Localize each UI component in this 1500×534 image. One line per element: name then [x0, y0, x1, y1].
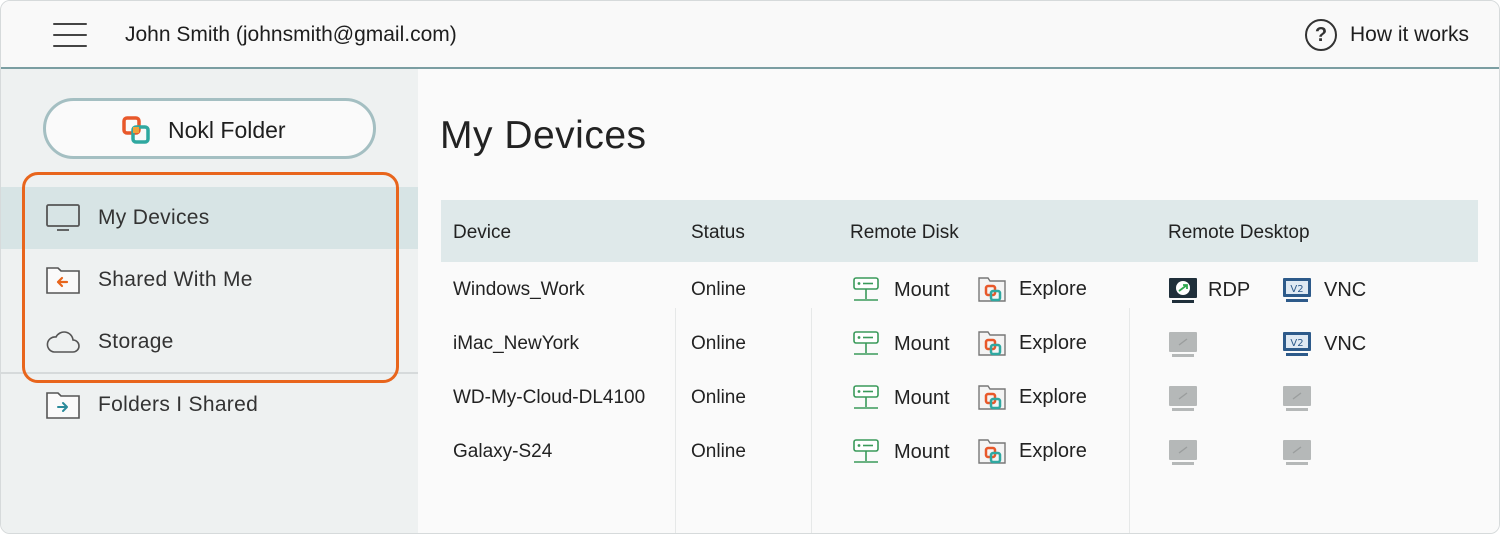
device-name: Windows_Work: [453, 279, 585, 300]
mount-button[interactable]: Mount: [851, 437, 951, 467]
explore-folder-icon: [978, 385, 1006, 410]
vnc-monitor-disabled-icon: [1283, 440, 1311, 465]
mount-label: Mount: [894, 387, 950, 409]
device-name: Galaxy-S24: [453, 441, 553, 462]
sidebar-item-label: My Devices: [98, 206, 210, 229]
sidebar-item-label: Storage: [98, 330, 174, 353]
rdp-monitor-disabled-icon: [1169, 386, 1197, 411]
device-status: Online: [691, 333, 746, 354]
rdp-disabled: [1168, 437, 1198, 467]
help-circle-icon[interactable]: ?: [1305, 19, 1337, 51]
sidebar-item-folders-i-shared[interactable]: Folders I Shared: [1, 374, 418, 436]
explore-label: Explore: [1019, 440, 1087, 462]
explore-button[interactable]: Explore: [977, 328, 1087, 358]
vnc-button[interactable]: V2 VNC: [1282, 275, 1372, 305]
menu-icon[interactable]: [53, 23, 87, 47]
column-divider: [811, 308, 812, 533]
sidebar-item-my-devices[interactable]: My Devices: [1, 187, 418, 249]
mount-drive-icon: [853, 385, 879, 409]
vnc-button[interactable]: V2 VNC: [1282, 329, 1372, 359]
rdp-label: RDP: [1208, 279, 1251, 301]
vnc-monitor-disabled-icon: [1283, 386, 1311, 411]
nokl-folder-label: Nokl Folder: [168, 117, 286, 143]
rdp-monitor-disabled-icon: [1169, 440, 1197, 465]
explore-button[interactable]: Explore: [977, 382, 1087, 412]
explore-folder-icon: [978, 331, 1006, 356]
monitor-icon: [46, 204, 80, 231]
device-status: Online: [691, 441, 746, 462]
device-status: Online: [691, 387, 746, 408]
vnc-label: VNC: [1324, 279, 1367, 301]
explore-button[interactable]: Explore: [977, 274, 1087, 304]
sidebar-item-shared-with-me[interactable]: Shared With Me: [1, 249, 418, 311]
mount-button[interactable]: Mount: [851, 275, 951, 305]
sidebar-item-label: Shared With Me: [98, 268, 253, 291]
mount-drive-icon: [853, 331, 879, 355]
rdp-disabled: [1168, 329, 1198, 359]
cloud-icon: [46, 331, 80, 353]
explore-folder-icon: [978, 277, 1006, 302]
nokl-folder-button[interactable]: Nokl Folder: [43, 98, 376, 159]
mount-label: Mount: [894, 279, 950, 301]
mount-button[interactable]: Mount: [851, 383, 951, 413]
sidebar-item-label: Folders I Shared: [98, 393, 259, 416]
column-header-remote-disk: Remote Disk: [850, 222, 959, 243]
column-header-status: Status: [691, 222, 745, 243]
column-header-device: Device: [453, 222, 512, 243]
device-name: iMac_NewYork: [453, 333, 580, 354]
rdp-monitor-disabled-icon: [1169, 332, 1197, 357]
mount-drive-icon: [853, 439, 879, 463]
nokl-logo-icon: [122, 116, 150, 144]
explore-button[interactable]: Explore: [977, 436, 1087, 466]
vnc-label: VNC: [1324, 333, 1367, 355]
vnc-monitor-icon: V2: [1283, 332, 1311, 356]
mount-drive-icon: [853, 277, 879, 301]
sidebar: Nokl Folder My Devices Shared With Me St…: [1, 69, 418, 533]
main-content: My Devices Device Status Remote Disk Rem…: [418, 69, 1499, 533]
device-status: Online: [691, 279, 746, 300]
table-header: Device Status Remote Disk Remote Desktop: [441, 200, 1478, 262]
how-it-works-label[interactable]: How it works: [1350, 23, 1469, 47]
device-name: WD-My-Cloud-DL4100: [453, 387, 646, 408]
explore-label: Explore: [1019, 278, 1087, 300]
svg-text:V2: V2: [1290, 284, 1303, 295]
mount-label: Mount: [894, 441, 950, 463]
app-window: John Smith (johnsmith@gmail.com) ? How i…: [0, 0, 1500, 534]
vnc-disabled: [1282, 383, 1312, 413]
svg-text:V2: V2: [1290, 338, 1303, 349]
column-divider: [675, 308, 676, 533]
folder-outgoing-icon: [46, 392, 80, 419]
explore-folder-icon: [978, 439, 1006, 464]
column-divider: [1129, 308, 1130, 533]
mount-button[interactable]: Mount: [851, 329, 951, 359]
column-header-remote-desktop: Remote Desktop: [1168, 222, 1310, 243]
vnc-monitor-icon: V2: [1283, 278, 1311, 302]
top-bar: John Smith (johnsmith@gmail.com) ? How i…: [1, 1, 1499, 69]
mount-label: Mount: [894, 333, 950, 355]
explore-label: Explore: [1019, 386, 1087, 408]
page-title: My Devices: [440, 114, 647, 157]
explore-label: Explore: [1019, 332, 1087, 354]
user-account-label: John Smith (johnsmith@gmail.com): [125, 23, 457, 46]
rdp-monitor-icon: [1169, 278, 1197, 303]
vnc-disabled: [1282, 437, 1312, 467]
sidebar-item-storage[interactable]: Storage: [1, 311, 418, 373]
folder-incoming-icon: [46, 267, 80, 294]
rdp-button[interactable]: RDP: [1168, 275, 1258, 305]
rdp-disabled: [1168, 383, 1198, 413]
